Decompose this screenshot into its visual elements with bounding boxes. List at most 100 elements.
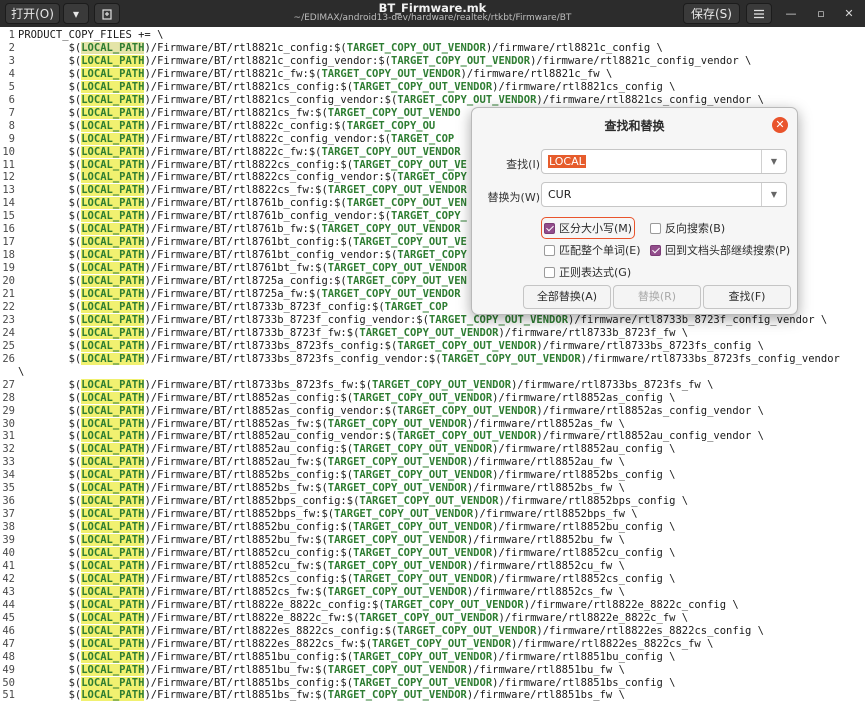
variable-token: TARGET_COPY_OUT_VENDOR <box>327 689 467 702</box>
checkbox-unchecked-icon <box>544 266 555 278</box>
save-button[interactable]: 保存(S) <box>683 3 740 24</box>
search-match: LOCAL_PATH <box>81 352 145 365</box>
code-line[interactable]: $(LOCAL_PATH)/Firmware/BT/rtl8852bs_fw:$… <box>18 482 625 495</box>
code-line[interactable]: $(LOCAL_PATH)/Firmware/BT/rtl8852au_conf… <box>18 430 764 443</box>
replace-button[interactable]: 替换(R) <box>613 285 701 309</box>
code-line[interactable]: $(LOCAL_PATH)/Firmware/BT/rtl8852as_fw:$… <box>18 417 625 430</box>
code-line[interactable]: $(LOCAL_PATH)/Firmware/BT/rtl8822cs_conf… <box>18 158 467 171</box>
code-line[interactable]: $(LOCAL_PATH)/Firmware/BT/rtl8822e_8822c… <box>18 598 739 611</box>
variable-token: TARGET_COPY_OUT_VENDOR <box>327 456 467 469</box>
variable-token: TARGET_COPY_OUT_VENDOR <box>397 430 537 443</box>
code-line[interactable]: \ <box>18 366 24 378</box>
line-number: 45 <box>2 611 15 624</box>
line-number: 42 <box>2 572 15 585</box>
code-text: )/Firmware/BT/rtl8822e_8822c_fw:$( <box>144 611 360 624</box>
code-line[interactable]: $(LOCAL_PATH)/Firmware/BT/rtl8733b_8723f… <box>18 313 827 326</box>
code-line[interactable]: $(LOCAL_PATH)/Firmware/BT/rtl8761b_confi… <box>18 197 467 210</box>
code-line[interactable]: $(LOCAL_PATH)/Firmware/BT/rtl8733bs_8723… <box>18 352 840 365</box>
code-line[interactable]: $(LOCAL_PATH)/Firmware/BT/rtl8822es_8822… <box>18 637 713 650</box>
wrap-around-checkbox[interactable]: 回到文档头部继续搜索(P) <box>650 242 790 258</box>
code-line[interactable]: $(LOCAL_PATH)/Firmware/BT/rtl8725a_confi… <box>18 275 467 288</box>
code-line[interactable]: $(LOCAL_PATH)/Firmware/BT/rtl8852bu_fw:$… <box>18 534 625 547</box>
code-line[interactable]: $(LOCAL_PATH)/Firmware/BT/rtl8851bu_conf… <box>18 650 675 663</box>
code-line[interactable]: $(LOCAL_PATH)/Firmware/BT/rtl8761b_confi… <box>18 210 467 223</box>
code-line[interactable]: $(LOCAL_PATH)/Firmware/BT/rtl8761bt_fw:$… <box>18 262 467 275</box>
code-text: )/Firmware/BT/rtl8822c_config_vendor:$( <box>144 132 391 145</box>
code-line[interactable]: $(LOCAL_PATH)/Firmware/BT/rtl8761bt_conf… <box>18 249 467 262</box>
code-line[interactable]: $(LOCAL_PATH)/Firmware/BT/rtl8852cs_conf… <box>18 572 675 585</box>
code-line[interactable]: $(LOCAL_PATH)/Firmware/BT/rtl8761bt_conf… <box>18 236 467 249</box>
code-line[interactable]: $(LOCAL_PATH)/Firmware/BT/rtl8852cu_conf… <box>18 547 675 559</box>
chevron-down-icon[interactable]: ▼ <box>761 183 786 206</box>
code-line[interactable]: $(LOCAL_PATH)/Firmware/BT/rtl8822cs_fw:$… <box>18 184 467 197</box>
code-line[interactable]: $(LOCAL_PATH)/Firmware/BT/rtl8821cs_fw:$… <box>18 106 461 119</box>
maximize-button[interactable]: ▫ <box>811 4 831 23</box>
code-line[interactable]: $(LOCAL_PATH)/Firmware/BT/rtl8851bs_conf… <box>18 676 675 689</box>
main-menu-button[interactable] <box>746 3 772 24</box>
code-text: )/Firmware/BT/rtl8852as_config_vendor:$( <box>144 404 398 417</box>
code-line[interactable]: $(LOCAL_PATH)/Firmware/BT/rtl8821c_confi… <box>18 41 663 54</box>
code-text: )/firmware/rtl8733b_8723f_fw \ <box>498 326 689 339</box>
code-text: )/Firmware/BT/rtl8852bps_fw:$( <box>144 508 335 521</box>
line-number: 1 <box>8 29 15 41</box>
minimize-button[interactable]: — <box>781 4 801 23</box>
code-line[interactable]: $(LOCAL_PATH)/Firmware/BT/rtl8733bs_8723… <box>18 378 713 391</box>
chevron-down-icon[interactable]: ▼ <box>761 150 786 173</box>
code-line[interactable]: $(LOCAL_PATH)/Firmware/BT/rtl8725a_fw:$(… <box>18 288 461 300</box>
find-input[interactable]: LOCAL ▼ <box>541 149 787 174</box>
code-line[interactable]: $(LOCAL_PATH)/Firmware/BT/rtl8733b_8723f… <box>18 300 448 313</box>
code-line[interactable]: $(LOCAL_PATH)/Firmware/BT/rtl8821cs_conf… <box>18 93 764 106</box>
code-line[interactable]: $(LOCAL_PATH)/Firmware/BT/rtl8852bps_fw:… <box>18 508 638 521</box>
code-text: )/Firmware/BT/rtl8822cs_fw:$( <box>144 184 328 197</box>
code-line[interactable]: $(LOCAL_PATH)/Firmware/BT/rtl8852as_conf… <box>18 404 764 417</box>
code-line[interactable]: $(LOCAL_PATH)/Firmware/BT/rtl8852cu_fw:$… <box>18 559 625 572</box>
code-line[interactable]: $(LOCAL_PATH)/Firmware/BT/rtl8822es_8822… <box>18 624 764 637</box>
checkbox-unchecked-icon <box>544 244 555 256</box>
replace-all-button[interactable]: 全部替换(A) <box>523 285 611 309</box>
find-button[interactable]: 查找(F) <box>703 285 791 309</box>
dialog-close-button[interactable]: ✕ <box>772 117 788 133</box>
code-line[interactable]: $(LOCAL_PATH)/Firmware/BT/rtl8852au_fw:$… <box>18 456 625 469</box>
code-line[interactable]: $(LOCAL_PATH)/Firmware/BT/rtl8851bu_fw:$… <box>18 663 625 676</box>
code-line[interactable]: $(LOCAL_PATH)/Firmware/BT/rtl8733b_8723f… <box>18 326 689 339</box>
checkbox-checked-icon <box>650 244 661 256</box>
code-line[interactable]: $(LOCAL_PATH)/Firmware/BT/rtl8822c_confi… <box>18 132 454 145</box>
replace-input[interactable]: CUR ▼ <box>541 182 787 207</box>
match-case-label: 区分大小写(M) <box>559 222 633 235</box>
code-line[interactable]: $(LOCAL_PATH)/Firmware/BT/rtl8822c_fw:$(… <box>18 145 461 158</box>
code-line[interactable]: $(LOCAL_PATH)/Firmware/BT/rtl8852bs_conf… <box>18 469 675 482</box>
code-line[interactable]: $(LOCAL_PATH)/Firmware/BT/rtl8821c_confi… <box>18 54 751 67</box>
line-number: 48 <box>2 650 15 663</box>
code-line[interactable]: $(LOCAL_PATH)/Firmware/BT/rtl8851bs_fw:$… <box>18 689 625 702</box>
search-match: LOCAL_PATH <box>81 611 145 624</box>
backwards-checkbox[interactable]: 反向搜索(B) <box>650 220 725 236</box>
code-text: $( <box>18 249 82 262</box>
code-text: )/firmware/rtl8822e_8822c_fw \ <box>498 611 689 624</box>
code-line[interactable]: $(LOCAL_PATH)/Firmware/BT/rtl8852as_conf… <box>18 391 675 404</box>
variable-token: TARGET_COPY_OUT_VENDOR <box>397 624 537 637</box>
code-text: )/firmware/rtl8733bs_8723fs_config_vendo… <box>580 352 840 365</box>
regex-checkbox[interactable]: 正则表达式(G) <box>544 264 631 280</box>
code-line[interactable]: $(LOCAL_PATH)/Firmware/BT/rtl8822e_8822c… <box>18 611 689 624</box>
code-line[interactable]: $(LOCAL_PATH)/Firmware/BT/rtl8822cs_conf… <box>18 171 467 184</box>
whole-word-checkbox[interactable]: 匹配整个单词(E) <box>544 242 641 258</box>
code-text: $( <box>18 352 82 365</box>
code-text: $( <box>18 456 82 469</box>
match-case-checkbox[interactable]: 区分大小写(M) <box>540 217 636 239</box>
search-match: LOCAL_PATH <box>81 456 145 469</box>
code-line[interactable]: $(LOCAL_PATH)/Firmware/BT/rtl8761b_fw:$(… <box>18 223 461 236</box>
code-line[interactable]: $(LOCAL_PATH)/Firmware/BT/rtl8852bu_conf… <box>18 521 675 534</box>
code-line[interactable]: $(LOCAL_PATH)/Firmware/BT/rtl8822c_confi… <box>18 119 435 132</box>
code-line[interactable]: PRODUCT_COPY_FILES += \ <box>18 29 163 41</box>
code-line[interactable]: $(LOCAL_PATH)/Firmware/BT/rtl8852au_conf… <box>18 443 675 456</box>
code-text: $( <box>18 650 82 663</box>
code-line[interactable]: $(LOCAL_PATH)/Firmware/BT/rtl8733bs_8723… <box>18 339 764 352</box>
code-line[interactable]: $(LOCAL_PATH)/Firmware/BT/rtl8821cs_conf… <box>18 80 675 93</box>
code-line[interactable]: $(LOCAL_PATH)/Firmware/BT/rtl8852cs_fw:$… <box>18 585 625 598</box>
close-window-button[interactable]: ✕ <box>839 4 859 23</box>
code-line[interactable]: $(LOCAL_PATH)/Firmware/BT/rtl8821c_fw:$(… <box>18 67 612 80</box>
code-text: )/firmware/rtl8852au_fw \ <box>466 456 625 469</box>
code-text: $( <box>18 145 82 158</box>
code-line[interactable]: $(LOCAL_PATH)/Firmware/BT/rtl8852bps_con… <box>18 495 688 508</box>
code-text: )/Firmware/BT/rtl8852as_config:$( <box>144 391 354 404</box>
